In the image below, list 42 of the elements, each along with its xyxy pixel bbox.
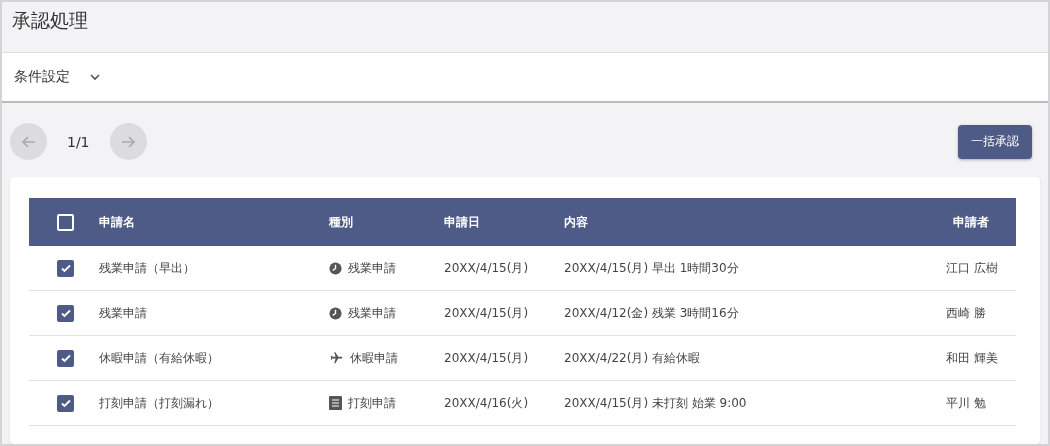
row-checkbox[interactable] bbox=[57, 304, 74, 322]
page-title: 承認処理 bbox=[12, 8, 88, 33]
table-cell-text: 20XX/4/15(月) 未打刻 始業 9:00 bbox=[564, 394, 748, 412]
row-checkbox[interactable] bbox=[57, 349, 74, 367]
table-cell-text: 20XX/4/15(月) bbox=[444, 349, 530, 367]
check-icon bbox=[59, 262, 72, 274]
table-cell-text: 20XX/4/15(月) bbox=[444, 304, 530, 322]
column-header: 申請日 bbox=[444, 213, 481, 231]
select-all-checkbox[interactable] bbox=[57, 213, 74, 231]
table-cell-text: 20XX/4/15(月) bbox=[444, 259, 530, 277]
check-icon bbox=[59, 307, 72, 319]
conditions-label[interactable]: 条件設定 bbox=[14, 68, 70, 86]
table-cell-text: 20XX/4/12(金) 残業 3時間16分 bbox=[564, 304, 740, 322]
table-cell: 休暇申請 bbox=[350, 349, 398, 367]
check-icon bbox=[59, 397, 72, 409]
column-header: 内容 bbox=[564, 213, 589, 231]
row-checkbox[interactable] bbox=[57, 394, 74, 412]
table-cell: 残業申請 bbox=[348, 259, 396, 277]
table-cell-text: 打刻申請（打刻漏れ） bbox=[99, 394, 220, 412]
column-header: 申請名 bbox=[99, 213, 136, 231]
column-header: 申請者 bbox=[952, 213, 990, 231]
table-cell-text: 20XX/4/22(月) 有給休暇 bbox=[564, 349, 701, 367]
table-cell: 残業申請 bbox=[348, 304, 396, 322]
table-cell-text: 西崎 勝 bbox=[946, 304, 987, 322]
table-cell-text: 和田 輝美 bbox=[946, 349, 999, 367]
table-cell: 打刻申請 bbox=[348, 394, 396, 412]
check-icon bbox=[59, 352, 72, 364]
airplane-icon bbox=[329, 351, 344, 365]
table-cell-text: 平川 勉 bbox=[946, 394, 987, 412]
table-cell-text: 休暇申請（有給休暇） bbox=[99, 349, 220, 367]
clock-icon bbox=[329, 306, 342, 320]
clock-icon bbox=[329, 261, 342, 275]
document-icon bbox=[329, 396, 342, 410]
column-header: 種別 bbox=[329, 213, 354, 231]
page-indicator: 1/1 bbox=[66, 133, 91, 150]
table-cell-text: 20XX/4/16(火) bbox=[444, 394, 530, 412]
bulk-approve-button[interactable]: 一括承認 bbox=[958, 124, 1032, 159]
row-checkbox[interactable] bbox=[57, 259, 74, 277]
table-cell-text: 残業申請（早出） bbox=[99, 259, 196, 277]
table-cell-text: 20XX/4/15(月) 早出 1時間30分 bbox=[564, 259, 740, 277]
table-cell-text: 江口 広樹 bbox=[946, 259, 999, 277]
table-cell-text: 残業申請 bbox=[99, 304, 148, 322]
